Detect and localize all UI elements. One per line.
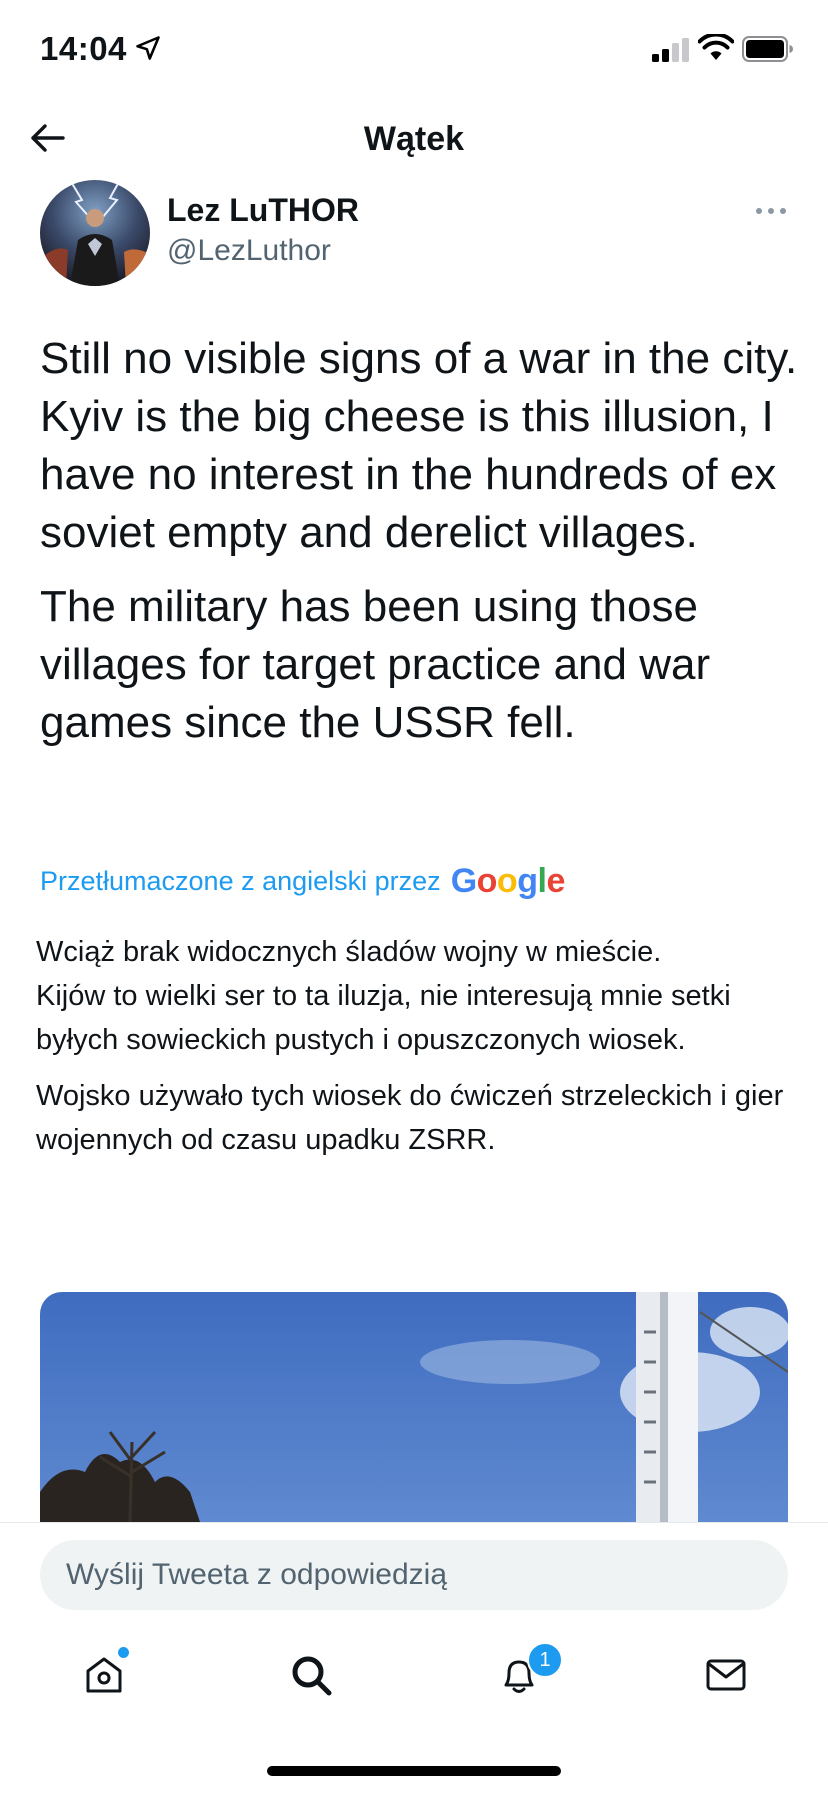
tweet-paragraph: Still no visible signs of a war in the c… (40, 334, 798, 557)
translation-paragraph: Wojsko używało tych wiosek do ćwiczeń st… (36, 1080, 784, 1156)
location-arrow-icon (136, 36, 160, 60)
tweet-media[interactable] (40, 1292, 788, 1522)
page-title: Wątek (363, 120, 465, 158)
tweet-paragraph: The military has been using those villag… (40, 582, 711, 747)
author-handle[interactable]: @LezLuthor (167, 234, 331, 268)
search-icon (292, 1656, 332, 1696)
mail-icon (706, 1659, 746, 1691)
avatar-image (40, 180, 150, 286)
home-icon (86, 1657, 122, 1693)
avatar[interactable] (40, 180, 150, 286)
more-button[interactable] (754, 198, 788, 224)
battery-icon (742, 36, 793, 62)
signal-icon (652, 38, 689, 62)
more-dots-icon (756, 208, 786, 214)
media-image (40, 1292, 788, 1522)
status-time: 14:04 (40, 30, 127, 67)
tweet-text: Still no visible signs of a war in the c… (40, 330, 800, 768)
notifications-badge: 1 (527, 1642, 563, 1678)
status-bar: 14:04 (0, 0, 828, 100)
author-name[interactable]: Lez LuTHOR (167, 192, 359, 229)
reply-input[interactable]: Wyślij Tweeta z odpowiedzią (40, 1540, 788, 1610)
wifi-icon (698, 34, 734, 60)
translation-attribution[interactable]: Przetłumaczone z angielski przez Google (40, 862, 565, 901)
translated-by-label: Przetłumaczone z angielski przez (40, 866, 441, 896)
google-logo: Google (450, 862, 566, 900)
tab-messages[interactable] (701, 1650, 751, 1700)
translation-text: Wciąż brak widocznych śladów wojny w mie… (36, 930, 796, 1174)
home-new-dot (116, 1645, 131, 1660)
reply-placeholder: Wyślij Tweeta z odpowiedzią (66, 1558, 448, 1591)
tab-search[interactable] (286, 1650, 336, 1700)
translation-paragraph: Wciąż brak widocznych śladów wojny w mie… (36, 936, 731, 1056)
home-indicator (267, 1766, 561, 1776)
